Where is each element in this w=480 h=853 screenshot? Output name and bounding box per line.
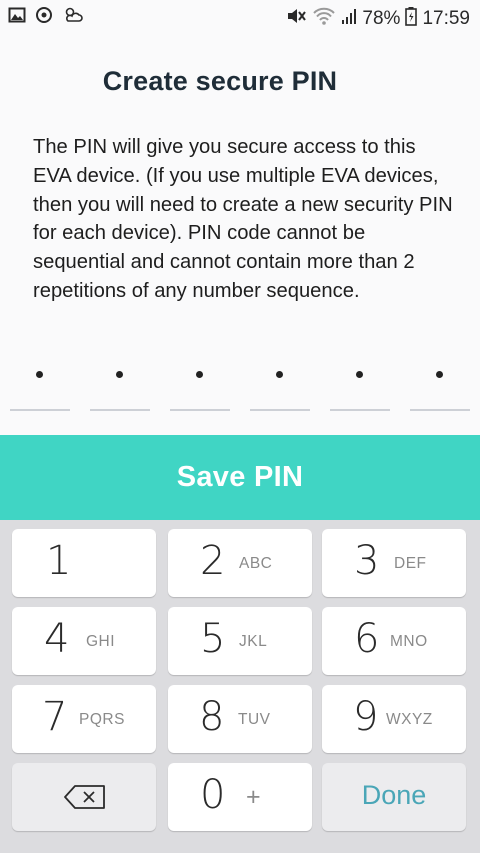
- key-digit: 4: [44, 616, 70, 662]
- key-6[interactable]: 6 MNO: [322, 607, 466, 675]
- key-letters: DEF: [394, 555, 427, 572]
- pin-underline: [250, 409, 310, 411]
- pin-underline: [170, 409, 230, 411]
- key-letters: MNO: [390, 633, 428, 650]
- status-left-icons: [8, 6, 84, 24]
- status-right-icons: 78% 17:59: [285, 6, 470, 31]
- key-0[interactable]: 0 +: [168, 763, 312, 831]
- done-key[interactable]: Done: [322, 763, 466, 831]
- wifi-icon: [312, 6, 336, 31]
- pin-slot[interactable]: [10, 360, 70, 411]
- mute-icon: [285, 6, 307, 31]
- pin-slot[interactable]: [410, 360, 470, 411]
- key-digit: 1: [46, 538, 72, 584]
- pin-dot: [116, 371, 123, 378]
- pin-slot[interactable]: [330, 360, 390, 411]
- battery-percentage: 78%: [362, 7, 401, 29]
- image-icon: [8, 6, 26, 24]
- pin-underline: [330, 409, 390, 411]
- key-digit: 2: [200, 538, 226, 584]
- key-2[interactable]: 2 ABC: [168, 529, 312, 597]
- pin-slot[interactable]: [170, 360, 230, 411]
- key-letters: GHI: [86, 633, 116, 650]
- key-letters: WXYZ: [386, 711, 433, 728]
- pin-underline: [410, 409, 470, 411]
- pin-dot: [196, 371, 203, 378]
- key-letters: JKL: [239, 633, 268, 650]
- pin-description: The PIN will give you secure access to t…: [33, 136, 453, 302]
- done-label: Done: [361, 780, 427, 810]
- pin-dot: [36, 371, 43, 378]
- key-letters: TUV: [238, 711, 271, 728]
- key-9[interactable]: 9 WXYZ: [322, 685, 466, 753]
- pin-dot: [356, 371, 363, 378]
- signal-icon: [341, 7, 357, 30]
- pin-input-row[interactable]: [0, 360, 480, 412]
- save-pin-button[interactable]: Save PIN: [0, 435, 480, 520]
- key-letters: +: [246, 783, 261, 811]
- key-4[interactable]: 4 GHI: [12, 607, 156, 675]
- pin-dot: [276, 371, 283, 378]
- key-3[interactable]: 3 DEF: [322, 529, 466, 597]
- numeric-keypad: 1 2 ABC 3 DEF 4 GHI 5 JKL 6 MNO 7 PQRS 8…: [0, 520, 480, 853]
- key-8[interactable]: 8 TUV: [168, 685, 312, 753]
- key-digit: 3: [354, 538, 380, 584]
- key-7[interactable]: 7 PQRS: [12, 685, 156, 753]
- key-1[interactable]: 1: [12, 529, 156, 597]
- weather-icon: [62, 6, 84, 24]
- pin-slot[interactable]: [90, 360, 150, 411]
- clock: 17:59: [422, 7, 470, 29]
- key-letters: ABC: [239, 555, 273, 572]
- key-digit: 0: [200, 772, 226, 818]
- key-digit: 5: [200, 616, 226, 662]
- backspace-key[interactable]: [12, 763, 156, 831]
- key-letters: PQRS: [79, 711, 125, 728]
- key-digit: 9: [353, 694, 379, 740]
- key-digit: 6: [354, 616, 380, 662]
- status-bar: 78% 17:59: [0, 0, 480, 34]
- battery-icon: [405, 6, 418, 31]
- pin-underline: [90, 409, 150, 411]
- key-digit: 8: [199, 694, 225, 740]
- page-title: Create secure PIN: [102, 66, 338, 96]
- pin-slot[interactable]: [250, 360, 310, 411]
- key-digit: 7: [42, 694, 68, 740]
- backspace-icon: [64, 785, 106, 814]
- pin-underline: [10, 409, 70, 411]
- key-5[interactable]: 5 JKL: [168, 607, 312, 675]
- sync-icon: [35, 6, 53, 24]
- pin-dot: [436, 371, 443, 378]
